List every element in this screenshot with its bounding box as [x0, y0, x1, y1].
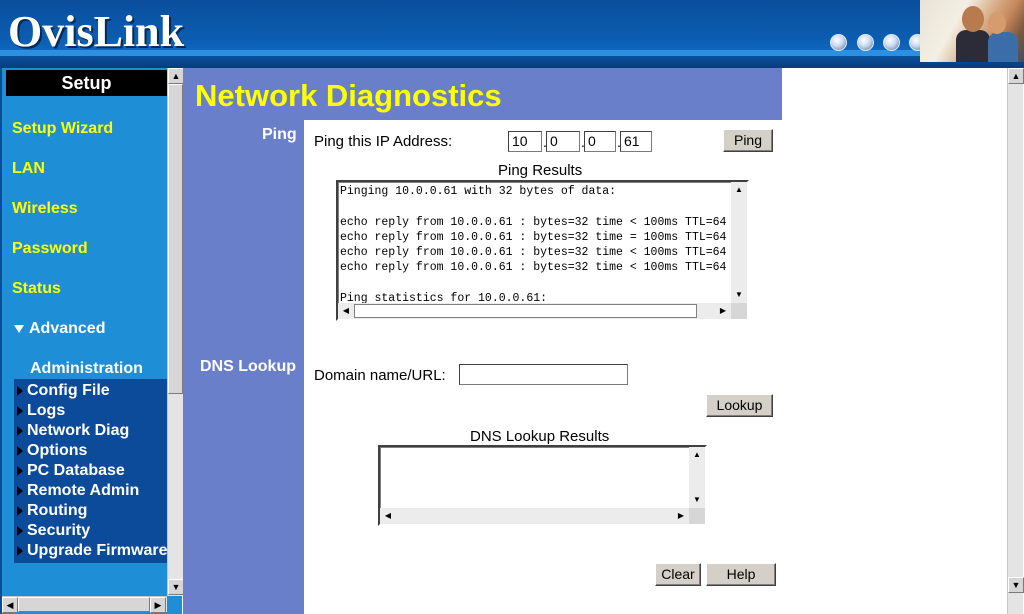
scroll-left-icon[interactable]: ◀ — [2, 597, 18, 613]
domain-input[interactable] — [459, 364, 628, 385]
submenu-routing[interactable]: Routing — [14, 501, 87, 521]
submenu-options[interactable]: Options — [14, 441, 87, 461]
nav-setup-wizard[interactable]: Setup Wizard — [12, 120, 113, 138]
submenu-network-diag[interactable]: Network Diag — [14, 421, 129, 441]
triangle-right-icon — [17, 445, 23, 456]
header-stripe-dark — [0, 56, 1024, 68]
triangle-right-icon — [17, 405, 23, 416]
triangle-right-icon — [17, 385, 23, 396]
scrollbar-thumb[interactable] — [18, 597, 150, 612]
scrollbar-thumb[interactable] — [168, 84, 183, 394]
globe-icon — [830, 34, 847, 51]
scroll-down-icon[interactable]: ▼ — [168, 579, 184, 595]
triangle-right-icon — [17, 545, 23, 556]
scroll-up-icon[interactable]: ▲ — [168, 68, 184, 84]
ping-results-textarea[interactable]: Pinging 10.0.0.61 with 32 bytes of data:… — [336, 180, 749, 321]
submenu-label: Security — [27, 522, 91, 539]
sidebar-vertical-scrollbar[interactable]: ▲ ▼ — [167, 68, 184, 596]
submenu-label: Upgrade Firmware — [27, 542, 168, 559]
scroll-down-icon[interactable]: ▼ — [1008, 577, 1024, 593]
ip-octet-4-input[interactable]: 61 — [620, 131, 652, 152]
submenu-config-file[interactable]: Config File — [14, 381, 110, 401]
submenu-label: PC Database — [27, 462, 125, 479]
dns-results-textarea[interactable]: ▲ ▼ ◀ ▶ — [378, 445, 707, 526]
submenu-security[interactable]: Security — [14, 521, 90, 541]
header-banner: OvisLink — [0, 0, 1024, 68]
resize-grip[interactable] — [731, 303, 747, 319]
scroll-up-icon[interactable]: ▲ — [1008, 68, 1024, 84]
sidebar-title: Setup — [6, 70, 167, 96]
nav-advanced-label: Advanced — [29, 320, 106, 337]
submenu-label: Logs — [27, 402, 66, 419]
dns-results-label: DNS Lookup Results — [470, 428, 610, 445]
dns-section-label: DNS Lookup — [200, 358, 296, 375]
submenu-label: Network Diag — [27, 422, 130, 439]
nav-status[interactable]: Status — [12, 280, 61, 298]
header-photo — [920, 0, 1024, 62]
ip-octet-2-input[interactable]: 0 — [546, 131, 580, 152]
submenu-pc-database[interactable]: PC Database — [14, 461, 125, 481]
scroll-up-icon[interactable]: ▲ — [731, 182, 747, 198]
nav-password[interactable]: Password — [12, 240, 88, 258]
admin-submenu: Config File Logs Network Diag Options PC… — [14, 379, 168, 563]
triangle-right-icon — [17, 505, 23, 516]
triangle-right-icon — [17, 465, 23, 476]
scroll-right-icon[interactable]: ▶ — [715, 303, 731, 319]
scroll-down-icon[interactable]: ▼ — [689, 492, 705, 508]
sidebar-horizontal-scrollbar[interactable]: ◀ ▶ — [2, 596, 167, 613]
submenu-label: Config File — [27, 382, 110, 399]
lookup-button[interactable]: Lookup — [706, 394, 773, 417]
scroll-left-icon[interactable]: ◀ — [338, 303, 354, 319]
dns-results-vertical-scrollbar[interactable]: ▲ ▼ — [689, 447, 705, 508]
ip-octet-1-input[interactable]: 10 — [508, 131, 542, 152]
ping-ip-label: Ping this IP Address: — [314, 133, 453, 150]
ping-section-label: Ping — [262, 126, 297, 143]
submenu-label: Remote Admin — [27, 482, 140, 499]
scroll-right-icon[interactable]: ▶ — [150, 597, 166, 613]
triangle-right-icon — [17, 425, 23, 436]
ping-results-text: Pinging 10.0.0.61 with 32 bytes of data:… — [340, 185, 727, 306]
submenu-logs[interactable]: Logs — [14, 401, 65, 421]
submenu-upgrade-firmware[interactable]: Upgrade Firmware — [14, 541, 167, 561]
ping-results-label: Ping Results — [498, 162, 583, 179]
ping-results-horizontal-scrollbar[interactable]: ◀ ▶ — [338, 303, 731, 319]
scroll-up-icon[interactable]: ▲ — [689, 447, 705, 463]
scroll-left-icon[interactable]: ◀ — [380, 508, 396, 524]
page-title: Network Diagnostics — [195, 78, 502, 113]
triangle-right-icon — [17, 485, 23, 496]
submenu-label: Routing — [27, 502, 88, 519]
resize-grip[interactable] — [689, 508, 705, 524]
ip-octet-3-input[interactable]: 0 — [584, 131, 616, 152]
sidebar: Setup Setup Wizard LAN Wireless Password… — [0, 68, 184, 614]
globe-icon — [883, 34, 900, 51]
logo: OvisLink — [8, 7, 185, 56]
domain-label: Domain name/URL: — [314, 367, 446, 384]
triangle-down-icon — [14, 324, 24, 333]
nav-advanced[interactable]: Advanced — [14, 320, 105, 338]
administration-heading: Administration — [30, 360, 143, 377]
nav-lan[interactable]: LAN — [12, 160, 45, 178]
help-button[interactable]: Help — [706, 563, 776, 586]
page-vertical-scrollbar[interactable]: ▲ ▼ — [1007, 68, 1024, 614]
scroll-right-icon[interactable]: ▶ — [673, 508, 689, 524]
globe-icon — [857, 34, 874, 51]
scroll-down-icon[interactable]: ▼ — [731, 287, 747, 303]
ping-results-vertical-scrollbar[interactable]: ▲ ▼ — [731, 182, 747, 303]
dns-results-horizontal-scrollbar[interactable]: ◀ ▶ — [380, 508, 689, 524]
triangle-right-icon — [17, 525, 23, 536]
nav-wireless[interactable]: Wireless — [12, 200, 78, 218]
submenu-remote-admin[interactable]: Remote Admin — [14, 481, 139, 501]
submenu-label: Options — [27, 442, 88, 459]
scrollbar-thumb[interactable] — [354, 304, 697, 318]
ping-button[interactable]: Ping — [723, 129, 773, 152]
clear-button[interactable]: Clear — [655, 563, 701, 586]
